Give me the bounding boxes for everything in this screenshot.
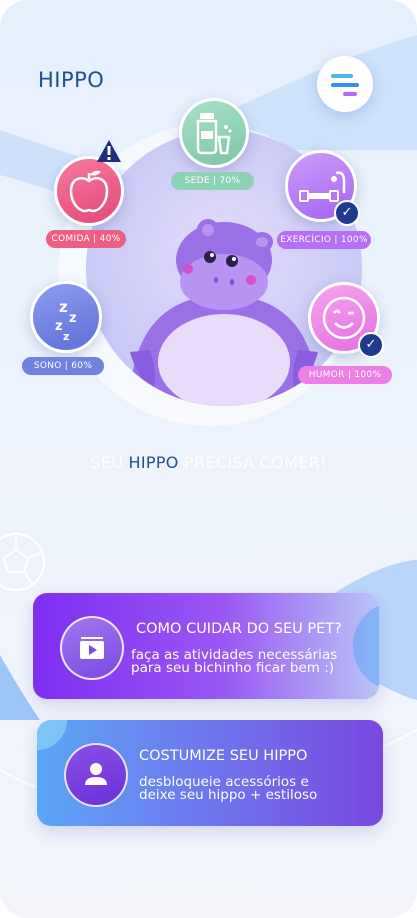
customize-line2: deixe seu hippo + estiloso: [139, 787, 318, 803]
stat-exercicio-label: EXERCÍCIO | 100%: [277, 231, 371, 249]
status-message-prefix: SEU: [90, 453, 129, 472]
stat-comida-label: COMIDA | 40%: [46, 230, 126, 248]
humor-check-icon: ✓: [358, 332, 384, 358]
menu-button[interactable]: [317, 56, 373, 112]
status-message: SEU HIPPO PRECISA COMER!: [0, 453, 417, 472]
customize-card[interactable]: COSTUMIZE SEU HIPPO desbloqueie acessóri…: [37, 720, 383, 826]
app-title: HIPPO: [38, 68, 105, 92]
app-screen: HIPPO SEDE | 70% COMIDA | 40% ✓ EXERCÍCI…: [0, 0, 417, 918]
stat-sono[interactable]: z z z z: [30, 281, 102, 353]
warning-icon: [97, 140, 121, 162]
water-bottle-icon: [196, 113, 232, 155]
exercicio-check-icon: ✓: [334, 200, 360, 226]
sleep-zzz-icon: z z z z: [55, 298, 77, 343]
care-guide-card[interactable]: COMO CUIDAR DO SEU PET? faça as atividad…: [33, 593, 379, 699]
care-guide-line2: para seu bichinho ficar bem :): [131, 660, 335, 676]
stat-sono-label: SONO | 60%: [22, 357, 104, 375]
svg-text:z: z: [69, 311, 77, 326]
status-message-highlight: HIPPO: [128, 453, 179, 472]
ball-decoration-icon: [0, 533, 45, 591]
apple-icon: [69, 170, 109, 213]
svg-text:z: z: [55, 319, 63, 334]
care-guide-icon-circle: [60, 616, 124, 680]
user-icon: [85, 763, 107, 785]
stat-sede-label: SEDE | 70%: [171, 172, 254, 190]
svg-text:z: z: [59, 298, 68, 316]
svg-text:z: z: [63, 330, 69, 343]
status-message-suffix: PRECISA COMER!: [178, 453, 327, 472]
customize-title: COSTUMIZE SEU HIPPO: [139, 748, 308, 764]
care-guide-title: COMO CUIDAR DO SEU PET?: [136, 621, 342, 637]
stat-sede[interactable]: [179, 98, 249, 168]
customize-icon-circle: [64, 743, 128, 807]
stat-comida[interactable]: [54, 156, 124, 226]
stat-humor-label: HUMOR | 100%: [298, 366, 392, 384]
video-library-icon: [80, 637, 104, 659]
